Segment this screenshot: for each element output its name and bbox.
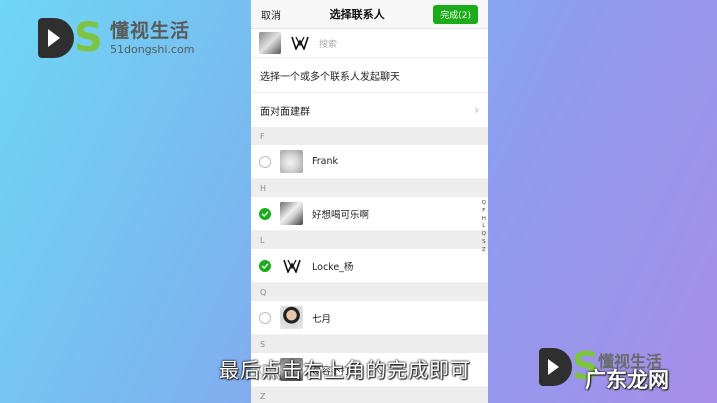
- checkmark-circle-icon[interactable]: [259, 207, 271, 220]
- video-subtitle: 最后点击右上角的完成即可: [219, 358, 471, 382]
- index-letter[interactable]: Q: [482, 200, 486, 208]
- selected-contact-avatar[interactable]: [259, 32, 281, 54]
- section-header: F: [251, 127, 488, 145]
- index-letter[interactable]: Q: [482, 231, 486, 239]
- avatar: [280, 150, 303, 173]
- contact-row[interactable]: 好想喝可乐啊: [251, 197, 488, 231]
- avatar: [280, 254, 303, 277]
- section-header: S: [251, 335, 488, 353]
- face-to-face-group-item[interactable]: 面对面建群 ›: [251, 93, 488, 127]
- watermark-title: 懂视生活: [110, 19, 191, 42]
- index-letter[interactable]: L: [482, 223, 485, 231]
- contact-name: 七月: [312, 313, 332, 325]
- checkmark-circle-icon[interactable]: [259, 259, 271, 272]
- index-letter[interactable]: F: [482, 208, 485, 216]
- phone-screen: 取消 选择联系人 完成(2) 搜索 选择一个或多个联系人发起聊天 面对面建群 ›…: [251, 0, 488, 403]
- contact-name: 好想喝可乐啊: [312, 209, 370, 221]
- chevron-right-icon: ›: [474, 103, 479, 117]
- watermark-logo: S 懂视生活 51dongshi.com: [38, 18, 194, 58]
- done-button[interactable]: 完成(2): [433, 4, 478, 24]
- unchecked-circle-icon[interactable]: [259, 311, 271, 324]
- face-to-face-group-label: 面对面建群: [260, 106, 310, 118]
- contact-row[interactable]: Frank: [251, 145, 488, 179]
- search-bar[interactable]: 搜索: [251, 29, 488, 58]
- avatar: [280, 306, 303, 329]
- brand-site-name: 广东龙网: [585, 368, 669, 392]
- contact-row[interactable]: 七月: [251, 301, 488, 335]
- contact-name: Frank: [312, 156, 339, 167]
- watermark-url: 51dongshi.com: [110, 42, 195, 56]
- section-header: Z: [251, 387, 488, 403]
- contact-row[interactable]: Locke_杨: [251, 249, 488, 283]
- page-title: 选择联系人: [329, 8, 385, 21]
- ds-logo-icon: S: [38, 18, 106, 58]
- search-input[interactable]: 搜索: [319, 37, 337, 50]
- locke-logo-icon: [291, 36, 309, 50]
- index-letter[interactable]: Z: [482, 247, 486, 255]
- section-header: H: [251, 179, 488, 197]
- selected-contact-avatar[interactable]: [289, 32, 311, 54]
- section-header: Q: [251, 283, 488, 301]
- index-letter[interactable]: S: [482, 239, 486, 247]
- nav-bar: 取消 选择联系人 完成(2): [251, 0, 488, 29]
- cancel-button[interactable]: 取消: [261, 7, 281, 22]
- prompt-text: 选择一个或多个联系人发起聊天: [251, 58, 488, 93]
- contact-name: Locke_杨: [312, 261, 354, 273]
- index-letter[interactable]: H: [482, 216, 486, 224]
- unchecked-circle-icon[interactable]: [259, 155, 271, 168]
- section-header: L: [251, 231, 488, 249]
- avatar: [280, 202, 303, 225]
- locke-logo-icon: [282, 259, 301, 273]
- alphabet-index[interactable]: Q F H L Q S Z: [482, 200, 486, 255]
